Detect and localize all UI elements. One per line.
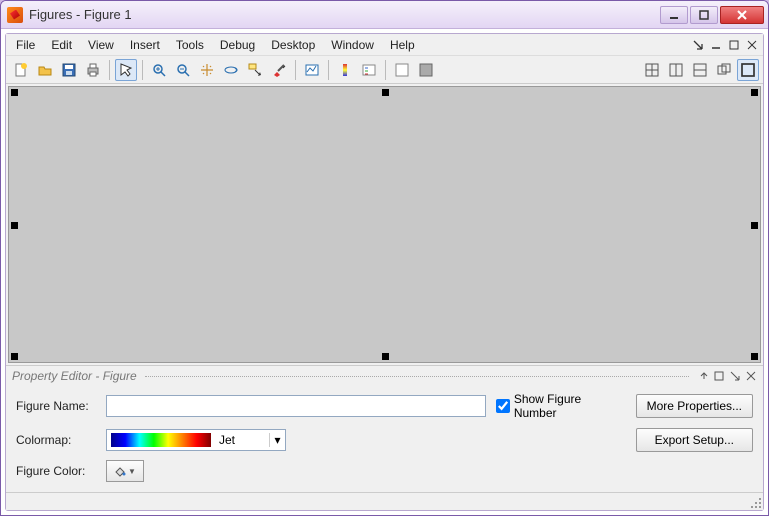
menu-insert[interactable]: Insert <box>122 36 168 54</box>
colormap-gradient-icon <box>111 433 211 447</box>
link-plot-button[interactable] <box>301 59 323 81</box>
figure-canvas[interactable] <box>8 86 761 363</box>
window-title: Figures - Figure 1 <box>29 7 660 22</box>
menu-file[interactable]: File <box>8 36 43 54</box>
show-plot-tools-button[interactable] <box>415 59 437 81</box>
property-editor-panel: Property Editor - Figure Figure Name: Sh… <box>6 365 763 492</box>
maximize-button[interactable] <box>690 6 718 24</box>
figure-name-label: Figure Name: <box>16 399 96 413</box>
inner-minimize-icon[interactable] <box>709 38 723 52</box>
figure-color-label: Figure Color: <box>16 464 96 478</box>
show-figure-number-label: Show Figure Number <box>514 392 626 420</box>
panel-maximize-icon[interactable] <box>729 370 741 382</box>
panel-collapse-icon[interactable] <box>697 370 709 382</box>
selection-handle-n[interactable] <box>382 89 389 96</box>
client-area: File Edit View Insert Tools Debug Deskto… <box>5 33 764 511</box>
titlebar[interactable]: Figures - Figure 1 <box>1 1 768 29</box>
inner-close-icon[interactable] <box>745 38 759 52</box>
minimize-button[interactable] <box>660 6 688 24</box>
menu-edit[interactable]: Edit <box>43 36 80 54</box>
export-setup-button[interactable]: Export Setup... <box>636 428 753 452</box>
edit-plot-button[interactable] <box>115 59 137 81</box>
menubar: File Edit View Insert Tools Debug Deskto… <box>6 34 763 56</box>
figures-window: Figures - Figure 1 File Edit View Insert… <box>0 0 769 516</box>
selection-handle-sw[interactable] <box>11 353 18 360</box>
tile-top-bottom-button[interactable] <box>689 59 711 81</box>
selection-handle-nw[interactable] <box>11 89 18 96</box>
menu-desktop[interactable]: Desktop <box>263 36 323 54</box>
data-cursor-button[interactable] <box>244 59 266 81</box>
property-editor-title: Property Editor - Figure <box>12 369 137 383</box>
show-figure-number-input[interactable] <box>496 399 510 413</box>
pan-button[interactable] <box>196 59 218 81</box>
selection-handle-s[interactable] <box>382 353 389 360</box>
statusbar <box>6 492 763 510</box>
inner-maximize-icon[interactable] <box>727 38 741 52</box>
new-figure-button[interactable] <box>10 59 32 81</box>
colormap-label: Colormap: <box>16 433 96 447</box>
matlab-logo-icon <box>7 7 23 23</box>
save-button[interactable] <box>58 59 80 81</box>
header-dots <box>145 376 689 377</box>
selection-handle-se[interactable] <box>751 353 758 360</box>
rotate-3d-button[interactable] <box>220 59 242 81</box>
panel-close-icon[interactable] <box>745 370 757 382</box>
figure-color-button[interactable]: ▼ <box>106 460 144 482</box>
property-editor-header[interactable]: Property Editor - Figure <box>6 366 763 386</box>
tile-quad-button[interactable] <box>641 59 663 81</box>
paint-bucket-icon <box>114 465 126 477</box>
float-button[interactable] <box>713 59 735 81</box>
selection-handle-e[interactable] <box>751 222 758 229</box>
dropdown-arrow-icon: ▾ <box>269 433 285 447</box>
menu-view[interactable]: View <box>80 36 122 54</box>
figure-name-input[interactable] <box>106 395 486 417</box>
selection-handle-w[interactable] <box>11 222 18 229</box>
insert-colorbar-button[interactable] <box>334 59 356 81</box>
print-button[interactable] <box>82 59 104 81</box>
close-button[interactable] <box>720 6 764 24</box>
resize-grip-icon[interactable] <box>749 496 761 508</box>
selection-handle-ne[interactable] <box>751 89 758 96</box>
colormap-value: Jet <box>215 433 269 447</box>
open-button[interactable] <box>34 59 56 81</box>
panel-undock-icon[interactable] <box>713 370 725 382</box>
menu-debug[interactable]: Debug <box>212 36 263 54</box>
show-figure-number-checkbox[interactable]: Show Figure Number <box>496 392 626 420</box>
tile-left-right-button[interactable] <box>665 59 687 81</box>
toolbar <box>6 56 763 84</box>
dropdown-arrow-icon: ▼ <box>128 467 136 476</box>
maximize-tile-button[interactable] <box>737 59 759 81</box>
dock-arrow-icon[interactable] <box>691 38 705 52</box>
insert-legend-button[interactable] <box>358 59 380 81</box>
zoom-out-button[interactable] <box>172 59 194 81</box>
brush-button[interactable] <box>268 59 290 81</box>
zoom-in-button[interactable] <box>148 59 170 81</box>
more-properties-button[interactable]: More Properties... <box>636 394 753 418</box>
menu-help[interactable]: Help <box>382 36 423 54</box>
hide-plot-tools-button[interactable] <box>391 59 413 81</box>
menu-tools[interactable]: Tools <box>168 36 212 54</box>
colormap-dropdown[interactable]: Jet ▾ <box>106 429 286 451</box>
menu-window[interactable]: Window <box>323 36 382 54</box>
